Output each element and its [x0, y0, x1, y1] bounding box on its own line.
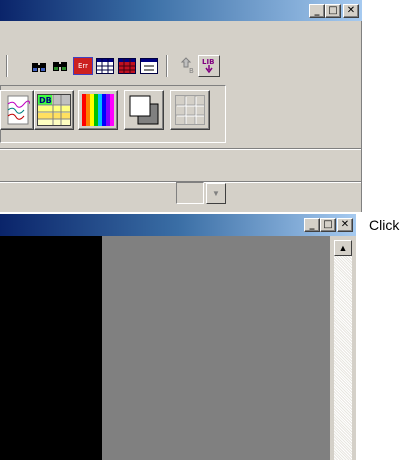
binoculars-icon: [32, 63, 46, 72]
color-bars-button[interactable]: [78, 90, 118, 130]
maximize-icon: □: [328, 5, 338, 16]
grid-disabled-button[interactable]: [170, 90, 210, 130]
scroll-up-button[interactable]: ▲: [334, 240, 352, 256]
form-icon: [140, 58, 158, 74]
waveform-icon: [7, 95, 30, 125]
gray-canvas-pane[interactable]: [102, 236, 330, 460]
minimize-icon: _: [309, 219, 315, 230]
table-red-grid-icon: [118, 58, 136, 74]
color-bars-icon: [82, 94, 114, 126]
waveform-button[interactable]: [0, 90, 34, 130]
child-maximize-button[interactable]: □: [320, 218, 336, 232]
close-icon: ✕: [340, 219, 350, 230]
child-minimize-button[interactable]: _: [304, 218, 320, 232]
close-button[interactable]: ✕: [343, 4, 359, 18]
find-next-icon: [53, 62, 67, 71]
svg-text:LIB: LIB: [202, 58, 214, 66]
grid-disabled-icon: [175, 95, 205, 125]
maximize-icon: □: [323, 219, 333, 230]
arrow-up-icon: ▲: [338, 243, 348, 253]
vertical-scrollbar[interactable]: ▲: [330, 236, 356, 460]
export-b-button[interactable]: B: [176, 55, 198, 77]
toolbar-row-2: DB: [0, 83, 230, 145]
separator-line: [0, 148, 361, 150]
combo-dropdown-button[interactable]: ▼: [206, 183, 226, 204]
library-button[interactable]: LIB: [198, 55, 220, 77]
scroll-track[interactable]: [334, 256, 352, 460]
close-icon: ✕: [346, 5, 356, 16]
binoculars-button[interactable]: [28, 55, 50, 77]
table-red-grid-button[interactable]: [116, 55, 138, 77]
combo-value[interactable]: [176, 182, 204, 204]
black-canvas-pane[interactable]: [0, 236, 102, 460]
error-log-icon: Err: [73, 57, 93, 75]
main-window-body: Err B LIB DB ▼: [0, 21, 362, 212]
chevron-down-icon: ▼: [212, 189, 220, 198]
maximize-button[interactable]: □: [325, 4, 341, 18]
minimize-icon: _: [314, 5, 320, 16]
child-close-button[interactable]: ✕: [337, 218, 353, 232]
form-button[interactable]: [138, 55, 160, 77]
click-annotation: Click: [369, 217, 400, 233]
database-table-icon: DB: [37, 94, 71, 126]
export-b-icon: B: [180, 57, 194, 75]
error-log-label: Err: [77, 62, 89, 70]
library-icon: LIB: [202, 58, 214, 74]
table-grid-button[interactable]: [94, 55, 116, 77]
combo-box[interactable]: ▼: [176, 182, 228, 206]
minimize-button[interactable]: _: [309, 4, 325, 18]
toolbar-separator: [166, 55, 168, 77]
child-window-titlebar[interactable]: _ □ ✕: [0, 214, 356, 236]
find-next-button[interactable]: [50, 55, 72, 77]
window-stack-button[interactable]: [124, 90, 164, 130]
toolbar-row-1: Err B LIB: [0, 51, 260, 81]
main-window-titlebar[interactable]: _ □ ✕: [0, 0, 362, 21]
database-table-button[interactable]: DB: [34, 90, 74, 130]
window-stack-icon: [129, 95, 159, 125]
svg-text:B: B: [189, 67, 194, 75]
table-grid-icon: [96, 58, 114, 74]
child-window-body: ▲: [0, 236, 356, 460]
svg-text:DB: DB: [39, 96, 52, 105]
toolbar-separator: [6, 55, 8, 77]
error-log-button[interactable]: Err: [72, 55, 94, 77]
